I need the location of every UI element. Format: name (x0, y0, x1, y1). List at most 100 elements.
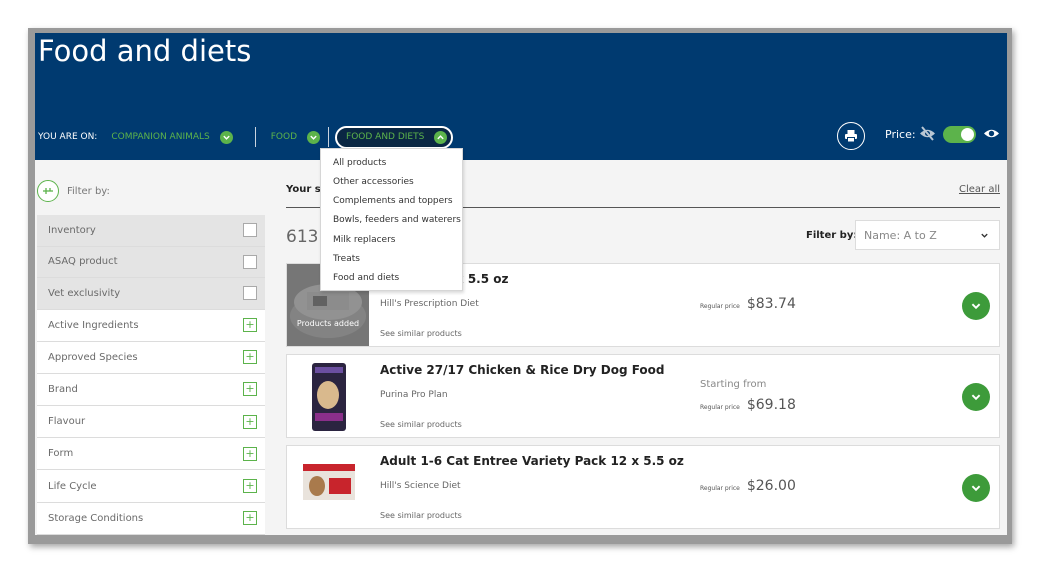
price-row: Regular price $83.74 (700, 296, 796, 312)
facet-label: Flavour (48, 416, 86, 428)
price-visibility-toggle[interactable] (943, 126, 976, 143)
facet-approved-species[interactable]: Approved Species + (37, 341, 265, 374)
clear-all-link[interactable]: Clear all (959, 184, 1000, 195)
plus-icon[interactable]: + (243, 350, 257, 365)
dropdown-item-bowls-feeders[interactable]: Bowls, feeders and waterers (333, 215, 461, 225)
see-similar-link[interactable]: See similar products (380, 420, 462, 429)
dropdown-item-milk-replacers[interactable]: Milk replacers (333, 235, 395, 245)
product-name[interactable]: Adult 1-6 Cat Entree Variety Pack 12 x 5… (380, 454, 684, 468)
category-dropdown: All products Other accessories Complemen… (320, 148, 463, 291)
filter-by-label: Filter by: (67, 185, 110, 197)
plus-icon[interactable]: + (243, 318, 257, 333)
chevron-down-icon (981, 233, 988, 238)
facet-vet-exclusivity[interactable]: Vet exclusivity (37, 278, 265, 310)
facet-inventory[interactable]: Inventory (37, 215, 265, 247)
breadcrumb-food-and-diets[interactable]: FOOD AND DIETS (335, 125, 454, 149)
facet-label: Brand (48, 383, 78, 395)
facet-label: Storage Conditions (48, 512, 144, 524)
breadcrumb-label: FOOD (270, 132, 298, 142)
facet-asaq-product[interactable]: ASAQ product (37, 246, 265, 278)
facet-flavour[interactable]: Flavour + (37, 406, 265, 439)
product-brand: Hill's Prescription Diet (380, 299, 479, 309)
facet-label: Active Ingredients (48, 319, 139, 331)
product-card[interactable]: Active 27/17 Chicken & Rice Dry Dog Food… (286, 354, 1000, 438)
chevron-down-icon (307, 130, 321, 144)
facet-label: Approved Species (48, 351, 138, 363)
dropdown-item-treats[interactable]: Treats (333, 254, 360, 264)
page-title: Food and diets (38, 34, 252, 68)
toggle-knob (961, 128, 974, 141)
see-similar-link[interactable]: See similar products (380, 329, 462, 338)
expand-button[interactable] (962, 474, 990, 502)
dropdown-item-all-products[interactable]: All products (333, 158, 386, 168)
facet-active-ingredients[interactable]: Active Ingredients + (37, 309, 265, 342)
breadcrumb-label: FOOD AND DIETS (346, 132, 425, 142)
see-similar-link[interactable]: See similar products (380, 511, 462, 520)
printer-icon (845, 130, 857, 143)
eye-icon (983, 126, 1000, 145)
plus-icon[interactable]: + (243, 479, 257, 494)
facet-label: Life Cycle (48, 480, 97, 492)
starting-from-label: Starting from (700, 379, 767, 390)
breadcrumb-companion-animals[interactable]: COMPANION ANIMALS (111, 130, 233, 144)
dropdown-item-other-accessories[interactable]: Other accessories (333, 177, 414, 187)
print-button[interactable] (837, 122, 865, 150)
facet-storage-conditions[interactable]: Storage Conditions + (37, 502, 265, 535)
facet-list: Inventory ASAQ product Vet exclusivity A… (37, 215, 265, 535)
facet-label: Vet exclusivity (48, 287, 121, 299)
chevron-down-icon (971, 303, 981, 310)
expand-button[interactable] (962, 292, 990, 320)
products-added-badge: Products added (296, 319, 360, 328)
product-brand: Hill's Science Diet (380, 481, 461, 491)
facet-label: Form (48, 448, 74, 460)
facet-label: Inventory (48, 224, 96, 236)
facet-form[interactable]: Form + (37, 438, 265, 471)
chevron-down-icon (971, 394, 981, 401)
page-header: Food and diets YOU ARE ON: COMPANION ANI… (35, 33, 1007, 160)
breadcrumb-food[interactable]: FOOD (270, 130, 321, 144)
product-image (287, 446, 369, 528)
sort-label: Filter by: (806, 230, 858, 241)
chevron-down-icon (219, 130, 233, 144)
plus-icon[interactable]: + (243, 382, 257, 397)
chevron-up-icon (434, 130, 448, 144)
dropdown-item-food-and-diets[interactable]: Food and diets (333, 273, 399, 283)
regular-price-label: Regular price (700, 303, 740, 310)
facet-checkbox[interactable] (243, 254, 257, 269)
breadcrumb-lead: YOU ARE ON: (38, 132, 98, 142)
facet-brand[interactable]: Brand + (37, 373, 265, 407)
plus-icon[interactable]: + (243, 414, 257, 429)
breadcrumb: YOU ARE ON: COMPANION ANIMALS FOOD FOOD … (38, 125, 454, 149)
plus-icon[interactable]: + (243, 511, 257, 526)
breadcrumb-divider (328, 127, 330, 147)
product-brand: Purina Pro Plan (380, 390, 448, 400)
facet-label: ASAQ product (48, 256, 118, 268)
facet-checkbox[interactable] (243, 223, 257, 238)
breadcrumb-divider (254, 127, 256, 147)
eye-off-icon (919, 126, 936, 145)
price-row: Regular price $69.18 (700, 397, 796, 413)
filter-toggle[interactable]: Filter by: (37, 180, 110, 202)
product-price: $26.00 (746, 478, 796, 494)
page: Food and diets YOU ARE ON: COMPANION ANI… (35, 33, 1007, 535)
facet-life-cycle[interactable]: Life Cycle + (37, 470, 265, 503)
chevron-down-icon (971, 485, 981, 492)
filter-sidebar: Filter by: Inventory ASAQ product Vet ex… (37, 160, 267, 535)
product-price: $69.18 (746, 397, 796, 413)
sort-value: Name: A to Z (864, 228, 937, 242)
sort-select[interactable]: Name: A to Z (855, 220, 1000, 250)
expand-button[interactable] (962, 383, 990, 411)
product-name[interactable]: Active 27/17 Chicken & Rice Dry Dog Food (380, 363, 665, 377)
product-card[interactable]: Adult 1-6 Cat Entree Variety Pack 12 x 5… (286, 445, 1000, 529)
breadcrumb-label: COMPANION ANIMALS (111, 132, 210, 142)
filter-icon (37, 180, 59, 202)
regular-price-label: Regular price (700, 404, 740, 411)
dropdown-item-complements-toppers[interactable]: Complements and toppers (333, 196, 453, 206)
price-row: Regular price $26.00 (700, 478, 796, 494)
facet-checkbox[interactable] (243, 286, 257, 301)
price-toggle-label: Price: (885, 128, 916, 141)
product-image (287, 355, 369, 437)
product-price: $83.74 (746, 296, 796, 312)
plus-icon[interactable]: + (243, 446, 257, 461)
regular-price-label: Regular price (700, 485, 740, 492)
